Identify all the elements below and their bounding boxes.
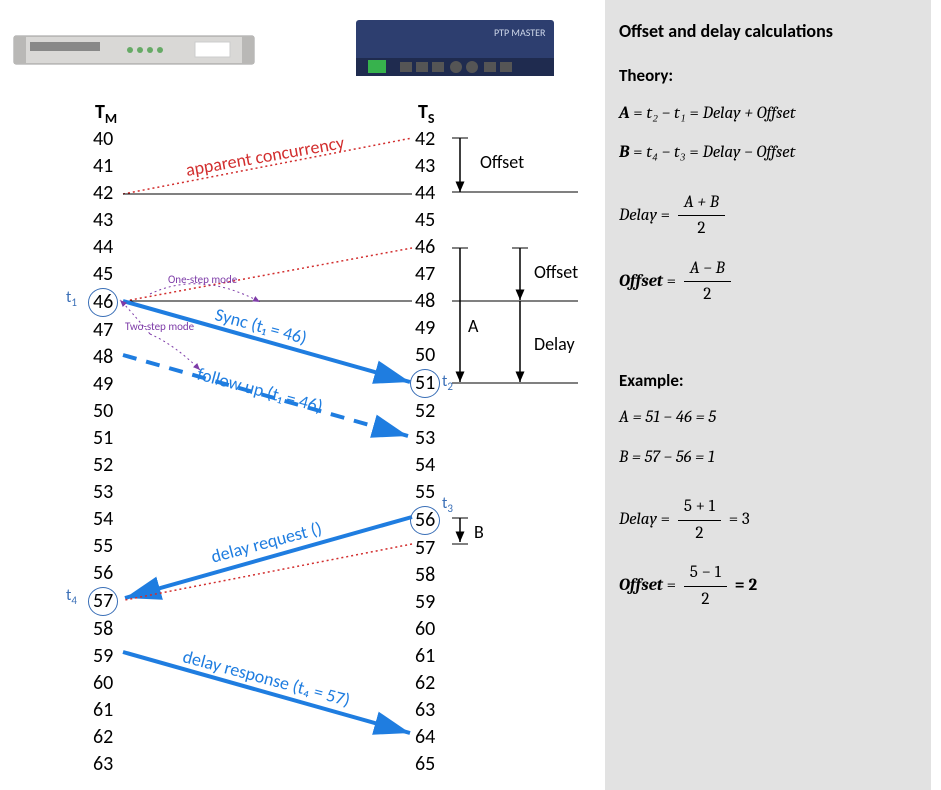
A-definition: A = t₂ − t₁ = Delay + Offset bbox=[619, 101, 917, 127]
svg-text:PTP MASTER: PTP MASTER bbox=[494, 26, 546, 39]
time-value: 43 bbox=[415, 153, 445, 180]
slave-col-header: TS bbox=[418, 100, 435, 127]
t4-marker: t4 bbox=[66, 586, 77, 607]
time-value: 50 bbox=[415, 342, 445, 369]
time-value: 64 bbox=[415, 724, 445, 751]
time-value: 50 bbox=[93, 398, 123, 425]
master-device-icon bbox=[14, 36, 254, 64]
delay-formula: Delay = A + B 2 bbox=[619, 190, 917, 242]
time-value: 44 bbox=[415, 180, 445, 207]
time-value: 49 bbox=[93, 371, 123, 398]
B-definition: B = t₄ − t₃ = Delay − Offset bbox=[619, 140, 917, 166]
time-value: 55 bbox=[93, 533, 123, 560]
delay-example: Delay = 5 + 1 2 = 3 bbox=[619, 494, 917, 546]
time-value: 47 bbox=[93, 317, 123, 344]
calc-title: Offset and delay calculations bbox=[619, 18, 917, 45]
time-value: 48 bbox=[93, 344, 123, 371]
time-value: 52 bbox=[415, 398, 445, 425]
time-value: 48 bbox=[415, 288, 445, 315]
time-value: 41 bbox=[93, 153, 123, 180]
delay-response-label: delay response (t₄ = 57) bbox=[181, 645, 353, 711]
time-value: 63 bbox=[415, 697, 445, 724]
time-value: 53 bbox=[93, 479, 123, 506]
time-value: 53 bbox=[415, 425, 445, 452]
time-value: 63 bbox=[93, 751, 123, 778]
time-value: 58 bbox=[93, 616, 123, 643]
one-step-label: One-step mode bbox=[168, 273, 238, 286]
time-value: 59 bbox=[415, 589, 445, 616]
theory-label: Theory: bbox=[619, 63, 917, 89]
time-value: 57 bbox=[415, 535, 445, 562]
slave-device-icon: PTP MASTER bbox=[356, 20, 554, 76]
time-value: 40 bbox=[93, 126, 123, 153]
A-example: A = 51 − 46 = 5 bbox=[619, 405, 917, 431]
time-value: 59 bbox=[93, 643, 123, 670]
time-value: 54 bbox=[415, 452, 445, 479]
time-value: 45 bbox=[93, 261, 123, 288]
calc-panel: Offset and delay calculations Theory: A … bbox=[605, 0, 931, 790]
time-value: 60 bbox=[93, 670, 123, 697]
time-value: 47 bbox=[415, 261, 445, 288]
offset-formula: Offset = A − B 2 bbox=[619, 256, 917, 308]
apparent-concurrency-label: apparent concurrency bbox=[184, 131, 347, 181]
time-value: 62 bbox=[415, 670, 445, 697]
A-bracket-label: A bbox=[468, 315, 479, 337]
followup-arrow-label: follow up (t₁ = 46) bbox=[195, 363, 325, 418]
time-value: 46 bbox=[415, 234, 445, 261]
offset-label-2: Offset bbox=[534, 261, 578, 283]
sync-arrow-label: Sync (t₁ = 46) bbox=[213, 303, 310, 349]
example-label: Example: bbox=[619, 368, 917, 394]
time-value: 56 bbox=[93, 560, 123, 587]
time-value: 65 bbox=[415, 751, 445, 778]
master-col-header: TM bbox=[95, 100, 117, 127]
time-value: 56 bbox=[410, 506, 440, 535]
t2-marker: t2 bbox=[442, 372, 453, 393]
time-value: 55 bbox=[415, 479, 445, 506]
time-value: 42 bbox=[415, 126, 445, 153]
time-value: 60 bbox=[415, 616, 445, 643]
B-example: B = 57 − 56 = 1 bbox=[619, 445, 917, 471]
time-value: 42 bbox=[93, 180, 123, 207]
time-value: 46 bbox=[88, 288, 118, 317]
B-bracket-label: B bbox=[474, 521, 484, 543]
time-value: 44 bbox=[93, 234, 123, 261]
delay-bracket-label: Delay bbox=[534, 333, 575, 355]
t3-marker: t3 bbox=[442, 494, 453, 515]
time-value: 45 bbox=[415, 207, 445, 234]
offset-example: Offset = 5 − 1 2 = 2 bbox=[619, 560, 917, 612]
time-value: 51 bbox=[410, 369, 440, 398]
time-value: 54 bbox=[93, 506, 123, 533]
delay-request-label: delay request () bbox=[209, 517, 325, 568]
time-value: 61 bbox=[93, 697, 123, 724]
master-time-column: 4041424344454647484950515253545556575859… bbox=[93, 126, 123, 778]
time-value: 58 bbox=[415, 562, 445, 589]
diagram-area: PTP MASTER apparent concurrency bbox=[0, 0, 605, 790]
time-value: 52 bbox=[93, 452, 123, 479]
time-value: 43 bbox=[93, 207, 123, 234]
slave-time-column: 4243444546474849505152535455565758596061… bbox=[415, 126, 445, 778]
offset-label-1: Offset bbox=[480, 151, 524, 173]
overlay-svg: PTP MASTER apparent concurrency bbox=[0, 0, 605, 790]
time-value: 51 bbox=[93, 425, 123, 452]
time-value: 57 bbox=[88, 587, 118, 616]
two-step-label: Two-step mode bbox=[125, 320, 195, 333]
t1-marker: t1 bbox=[66, 288, 77, 309]
time-value: 62 bbox=[93, 724, 123, 751]
time-value: 61 bbox=[415, 643, 445, 670]
time-value: 49 bbox=[415, 315, 445, 342]
